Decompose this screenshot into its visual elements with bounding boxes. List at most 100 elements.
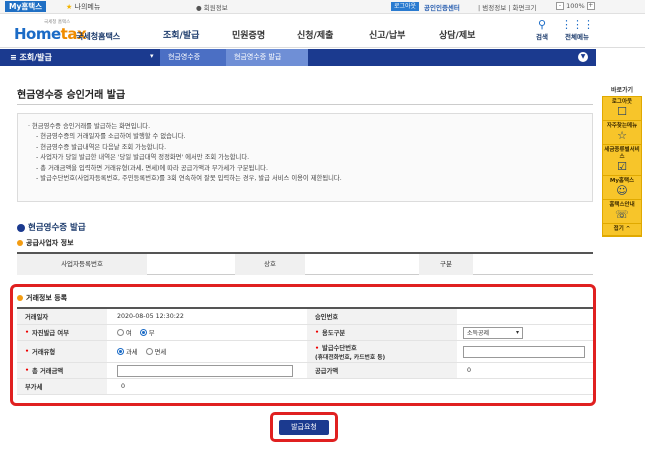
supplier-title-text: 공급사업자 정보	[26, 239, 74, 247]
user-info-link[interactable]: ● 회원정보	[196, 2, 228, 12]
page-title: 현금영수증 승인거래 발급	[17, 90, 126, 101]
quick-favorites[interactable]: 자주찾는메뉴 ☆	[603, 121, 641, 145]
type-taxable-radio[interactable]	[117, 348, 124, 355]
submit-highlight: 발급요청	[270, 412, 338, 442]
section-title: 현금영수증 발급	[17, 221, 86, 233]
supplier-title: 공급사업자 정보	[17, 238, 74, 248]
quick-menu: 바로가기 로그아웃 ☐ 자주찾는메뉴 ☆ 세금종류별서비스 ☑ My홈택스 ☺ 홈택스안…	[602, 85, 642, 237]
checkbox-icon: ☑	[617, 160, 627, 173]
search-icon: ⚲	[537, 18, 547, 31]
notice-box: · 현금영수증 승인거래를 발급하는 화면입니다. - 현금영수증의 거래일자를…	[17, 113, 593, 202]
tx-type-label: • 거래유형	[17, 341, 107, 362]
notice-line: - 사업자가 당일 발급한 내역은 '당일 발급대역 정정화면' 에서만 조회 …	[36, 154, 250, 162]
breadcrumb-bar: ≡ 조회/발급 ▾ 현금영수증 현금영수증 발급 ▼	[0, 49, 596, 66]
type-taxable-label[interactable]: 과세	[126, 347, 138, 356]
all-menu-label: 전체메뉴	[565, 33, 589, 41]
star-outline-icon: ☆	[617, 129, 627, 142]
notice-line: - 현금영수증의 거래일자를 소급하여 발행할 수 없습니다.	[36, 133, 186, 141]
tx-title: 거래정보 등록	[17, 293, 67, 303]
notice-line: - 총 거래금액을 입력하면 거래유형(과세, 면세)에 따라 공급가액과 부가…	[36, 164, 268, 172]
star-icon: ★	[66, 3, 73, 11]
notice-line: - 현금영수증 발급내역은 다음날 조회 가능합니다.	[36, 143, 167, 151]
type-exempt-radio[interactable]	[145, 348, 153, 355]
means-number-input[interactable]	[463, 345, 585, 358]
tx-title-text: 거래정보 등록	[26, 294, 68, 302]
quick-logout[interactable]: 로그아웃 ☐	[603, 97, 641, 121]
self-issue-yes-radio[interactable]	[117, 329, 124, 336]
usage-select-value: 소득공제	[467, 330, 490, 337]
chevron-down-icon[interactable]: ▾	[150, 52, 154, 60]
gnb-report-pay[interactable]: 신고/납부	[369, 28, 405, 41]
logout-button[interactable]: 로그아웃	[391, 2, 420, 11]
supplier-th-type: 구분	[419, 254, 473, 275]
usage-select[interactable]: 소득공제 ▾	[463, 326, 523, 339]
tx-means-label: • 발급수단번호 (휴대전화번호, 카드번호 등)	[307, 341, 457, 362]
total-amount-input[interactable]	[117, 364, 293, 377]
tx-approval-value	[457, 309, 593, 324]
bullet-icon	[17, 240, 23, 246]
supplier-table: 사업자등록번호 상호 구분	[17, 252, 593, 275]
hometax-logo[interactable]: 국세청 홈택스 Hometax 국세청홈택스	[14, 20, 124, 43]
my-menu-link[interactable]: ★ 나의메뉴	[66, 2, 100, 12]
quick-menu-title: 바로가기	[610, 87, 634, 94]
expand-icon[interactable]: ▼	[578, 52, 588, 62]
breadcrumb-cash-receipt-issue[interactable]: 현금영수증 발급	[226, 49, 308, 66]
self-issue-no-label[interactable]: 부	[149, 328, 155, 337]
gnb-civil-cert[interactable]: 민원증명	[232, 28, 265, 41]
zoom-plus-icon[interactable]: +	[586, 2, 595, 10]
zoom-minus-icon[interactable]: -	[556, 2, 564, 10]
type-exempt-label[interactable]: 면세	[155, 347, 167, 356]
notice-line: - 발급수단번호(사업자등록번호, 주민등록번호)를 3회 연속하여 잘못 입력…	[36, 175, 342, 183]
issue-request-button[interactable]: 발급요청	[279, 420, 329, 435]
tx-total-cell	[117, 363, 307, 378]
title-divider	[17, 104, 593, 105]
top-utility-bar: My홈택스 ★ 나의메뉴 ● 회원정보 로그아웃 공인인증센터 | 범정정보 |…	[0, 0, 645, 14]
supplier-th-name: 상호	[235, 254, 305, 275]
my-hometax-button[interactable]: My홈택스	[5, 1, 47, 12]
gnb-consult-report[interactable]: 상담/제보	[439, 28, 475, 41]
user-icon: ☺	[616, 184, 628, 197]
supplier-td-name	[305, 254, 419, 275]
bullet-icon	[17, 295, 23, 301]
my-menu-label: 나의메뉴	[74, 3, 101, 11]
gnb-inquiry-issue[interactable]: 조회/발급	[163, 28, 199, 41]
tx-self-issue-radios: 여 부	[117, 325, 307, 340]
self-issue-no-radio[interactable]	[139, 329, 147, 336]
cert-center-link[interactable]: 공인인증센터	[424, 2, 460, 12]
quick-tax-service-label: 세금종류별서비스	[604, 147, 640, 160]
table-row: • 거래유형 과세 면세 • 발급수단번호 (휴대전화번호, 카드번호 등)	[17, 341, 593, 363]
tx-vat-label: 부가세	[17, 379, 107, 394]
headset-icon: ☏	[615, 208, 629, 221]
tx-type-radios: 과세 면세	[117, 341, 307, 362]
all-menu-button[interactable]: ⋮⋮⋮ 전체메뉴	[561, 19, 594, 42]
tx-supply-value: 0	[467, 367, 472, 374]
search-button[interactable]: ⚲ 검색	[530, 18, 554, 42]
tx-self-issue-label: • 자진발급 여부	[17, 325, 107, 340]
table-row: • 자진발급 여부 여 부 • 용도구분 소득공제 ▾	[17, 325, 593, 341]
gnb-apply-submit[interactable]: 신청/제출	[297, 28, 333, 41]
breadcrumb-cash-receipt[interactable]: 현금영수증	[160, 49, 226, 66]
quick-tax-service[interactable]: 세금종류별서비스 ☑	[603, 145, 641, 176]
tx-date-value: 2020-08-05 12:30:22	[117, 313, 184, 320]
zoom-control[interactable]: - 100% +	[556, 2, 595, 10]
quick-my-hometax[interactable]: My홈택스 ☺	[603, 176, 641, 200]
user-info-label: 회원정보	[203, 4, 228, 12]
table-row: 거래일자 2020-08-05 12:30:22 승인번호	[17, 309, 593, 325]
table-row: 부가세 0	[17, 379, 593, 395]
quick-fold[interactable]: 접기 ^	[603, 224, 641, 236]
tx-means-sublabel: (휴대전화번호, 카드번호 등)	[315, 354, 386, 361]
tx-date-label: 거래일자	[17, 309, 107, 324]
quick-guide[interactable]: 홈택스안내 ☏	[603, 200, 641, 224]
menu-toggle[interactable]: ≡ 조회/발급	[10, 52, 52, 63]
tx-table: 거래일자 2020-08-05 12:30:22 승인번호 • 자진발급 여부 여…	[17, 307, 593, 395]
tx-total-label: • 총 거래금액	[17, 363, 107, 378]
top-links[interactable]: | 범정정보 | 화면크기	[478, 2, 536, 12]
supplier-td-brn	[147, 254, 235, 275]
zoom-value: 100%	[566, 2, 585, 10]
tx-approval-label: 승인번호	[307, 309, 457, 324]
self-issue-yes-label[interactable]: 여	[126, 328, 132, 337]
notice-line: · 현금영수증 승인거래를 발급하는 화면입니다.	[28, 123, 151, 130]
logo-subtitle: 국세청홈택스	[76, 32, 121, 41]
lock-icon: ☐	[617, 105, 627, 118]
supplier-td-type	[473, 254, 593, 275]
